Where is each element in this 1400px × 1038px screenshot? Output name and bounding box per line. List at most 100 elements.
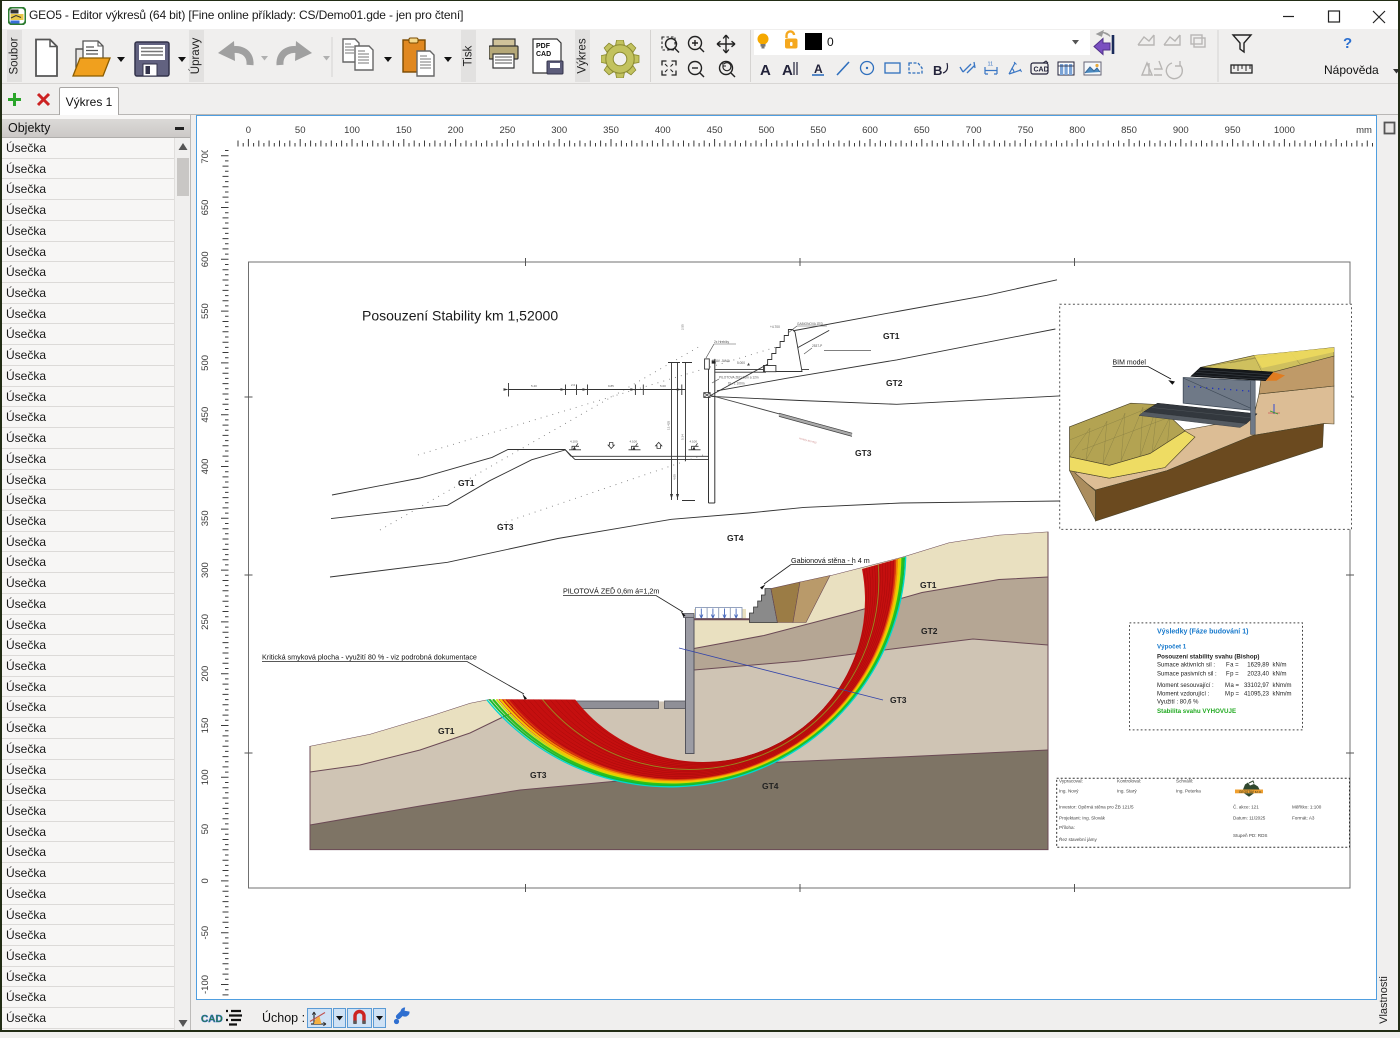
svg-text:5.40: 5.40	[531, 384, 537, 388]
svg-text:Ing. Nový: Ing. Nový	[1059, 789, 1079, 794]
svg-text:STAV. JAMA: STAV. JAMA	[712, 359, 731, 363]
svg-text:250: 250	[200, 614, 211, 630]
svg-text:GT1: GT1	[883, 331, 900, 341]
svg-text:Výsledky (Fáze budování 1): Výsledky (Fáze budování 1)	[1157, 629, 1248, 636]
svg-text:50: 50	[200, 824, 211, 835]
svg-text:Úchop :: Úchop :	[262, 1010, 305, 1025]
svg-text:Kontroloval:: Kontroloval:	[1117, 779, 1141, 784]
svg-text:350: 350	[603, 125, 619, 136]
svg-text:Moment vzdorující :: Moment vzdorující :	[1157, 692, 1210, 698]
svg-text:250: 250	[499, 125, 515, 136]
svg-text:PILOTOVÁ ZEĎ 0,6m á=1,2m: PILOTOVÁ ZEĎ 0,6m á=1,2m	[563, 587, 659, 596]
svg-text:150: 150	[396, 125, 412, 136]
svg-text:350: 350	[200, 510, 211, 526]
svg-text:mm: mm	[1356, 125, 1372, 136]
svg-text:Stabilita svahu VYHOVUJE: Stabilita svahu VYHOVUJE	[1157, 708, 1236, 715]
svg-text:kN/m: kN/m	[1273, 672, 1287, 678]
svg-text:Č. akce: 121: Č. akce: 121	[1233, 804, 1259, 810]
svg-text:GABIONOVA ZED: GABIONOVA ZED	[797, 322, 824, 326]
svg-text:M a =: M a =	[1225, 683, 1240, 689]
svg-text:GT3: GT3	[530, 770, 547, 780]
svg-text:Gabionová stěna - h 4 m: Gabionová stěna - h 4 m	[791, 556, 870, 565]
svg-text:500: 500	[200, 355, 211, 371]
svg-text:Datum: 11/2025: Datum: 11/2025	[1233, 816, 1266, 821]
svg-text:41095,23: 41095,23	[1244, 692, 1270, 698]
svg-text:200: 200	[448, 125, 464, 136]
svg-text:Příloha:: Příloha:	[1059, 825, 1075, 830]
svg-text:150: 150	[200, 718, 211, 734]
svg-text:GT2: GT2	[921, 626, 938, 636]
svg-text:2.0: 2.0	[571, 383, 576, 387]
svg-text:4.100: 4.100	[690, 440, 698, 444]
svg-text:GT1: GT1	[438, 726, 455, 736]
svg-text:Ing. Starý: Ing. Starý	[1117, 789, 1137, 794]
svg-text:Výpočet 1: Výpočet 1	[1157, 644, 1187, 651]
svg-text:4.00: 4.00	[673, 474, 677, 480]
svg-text:450: 450	[707, 125, 723, 136]
svg-text:kNm/m: kNm/m	[1273, 683, 1292, 689]
svg-text:Sumace aktivních sil :: Sumace aktivních sil :	[1157, 663, 1215, 669]
svg-text:kNm/m: kNm/m	[1273, 692, 1292, 698]
svg-text:Schválil:: Schválil:	[1176, 779, 1193, 784]
svg-text:kN/m: kN/m	[1273, 663, 1287, 669]
svg-text:400: 400	[655, 125, 671, 136]
svg-text:Využití : 80,6 %: Využití : 80,6 %	[1157, 700, 1199, 706]
svg-text:Posouzení stability svahu (Bis: Posouzení stability svahu (Bishop)	[1157, 654, 1259, 661]
svg-text:550: 550	[200, 303, 211, 319]
svg-text:BIM model: BIM model	[1113, 360, 1147, 367]
svg-text:DL. 1 100m: DL. 1 100m	[728, 382, 745, 386]
svg-text:0: 0	[200, 878, 211, 883]
svg-text:1629,89: 1629,89	[1247, 663, 1269, 669]
svg-text:Vypracoval:: Vypracoval:	[1059, 779, 1083, 784]
svg-text:950: 950	[1225, 125, 1241, 136]
svg-text:2023,40: 2023,40	[1247, 672, 1269, 678]
svg-text:200: 200	[200, 666, 211, 682]
svg-text:GT4: GT4	[727, 533, 744, 543]
svg-text:Investor: Opěrná stěna pro ŽB: Investor: Opěrná stěna pro ŽB 121/5	[1059, 803, 1134, 810]
svg-text:4.100: 4.100	[570, 440, 578, 444]
svg-text:2x Hrebiky: 2x Hrebiky	[714, 340, 729, 344]
svg-text:800: 800	[1069, 125, 1085, 136]
svg-text:GT1: GT1	[458, 478, 475, 488]
svg-text:-100: -100	[200, 975, 211, 994]
svg-text:Měřítko: 1:100: Měřítko: 1:100	[1292, 805, 1322, 810]
svg-text:GEOSTAV s.r.o.: GEOSTAV s.r.o.	[1239, 790, 1262, 794]
svg-text:CAD: CAD	[201, 1014, 223, 1025]
svg-text:1000: 1000	[1274, 125, 1295, 136]
svg-text:650: 650	[914, 125, 930, 136]
svg-text:Projektant: Ing. Slovák: Projektant: Ing. Slovák	[1059, 816, 1106, 821]
svg-text:550: 550	[810, 125, 826, 136]
svg-text:Moment sesouvající :: Moment sesouvající :	[1157, 683, 1214, 689]
svg-text:Posouzení Stability km 1,52000: Posouzení Stability km 1,52000	[362, 308, 558, 324]
svg-text:5.000: 5.000	[737, 361, 745, 365]
svg-text:Stupeň PD: RDS: Stupeň PD: RDS	[1233, 833, 1267, 838]
svg-text:GT4: GT4	[762, 781, 779, 791]
svg-text:700: 700	[966, 125, 982, 136]
svg-text:400: 400	[200, 459, 211, 475]
svg-text:GT3: GT3	[855, 448, 872, 458]
svg-text:F a =: F a =	[1226, 663, 1239, 669]
svg-text:5.34: 5.34	[681, 434, 685, 440]
svg-text:2537-P: 2537-P	[812, 344, 822, 348]
svg-text:600: 600	[862, 125, 878, 136]
svg-text:650: 650	[200, 200, 211, 216]
svg-text:Ing. Peterka: Ing. Peterka	[1176, 789, 1201, 794]
svg-text:750: 750	[1017, 125, 1033, 136]
svg-text:F p =: F p =	[1226, 672, 1239, 678]
svg-text:100: 100	[200, 769, 211, 785]
svg-text:700: 700	[200, 148, 211, 164]
svg-text:100: 100	[344, 125, 360, 136]
svg-text:500: 500	[758, 125, 774, 136]
svg-text:850: 850	[1121, 125, 1137, 136]
svg-text:Formát: A3: Formát: A3	[1292, 816, 1315, 821]
svg-text:600: 600	[200, 251, 211, 267]
svg-text:9.85: 9.85	[608, 384, 614, 388]
svg-text:PILOTOVA ZED 06m a 12m: PILOTOVA ZED 06m a 12m	[719, 376, 759, 380]
svg-text:GT3: GT3	[497, 522, 514, 532]
svg-text:4.100: 4.100	[630, 440, 638, 444]
svg-text:33102,97: 33102,97	[1244, 683, 1270, 689]
svg-text:-50: -50	[200, 926, 211, 940]
svg-text:5.00: 5.00	[660, 384, 666, 388]
svg-text:900: 900	[1173, 125, 1189, 136]
svg-text:300: 300	[551, 125, 567, 136]
